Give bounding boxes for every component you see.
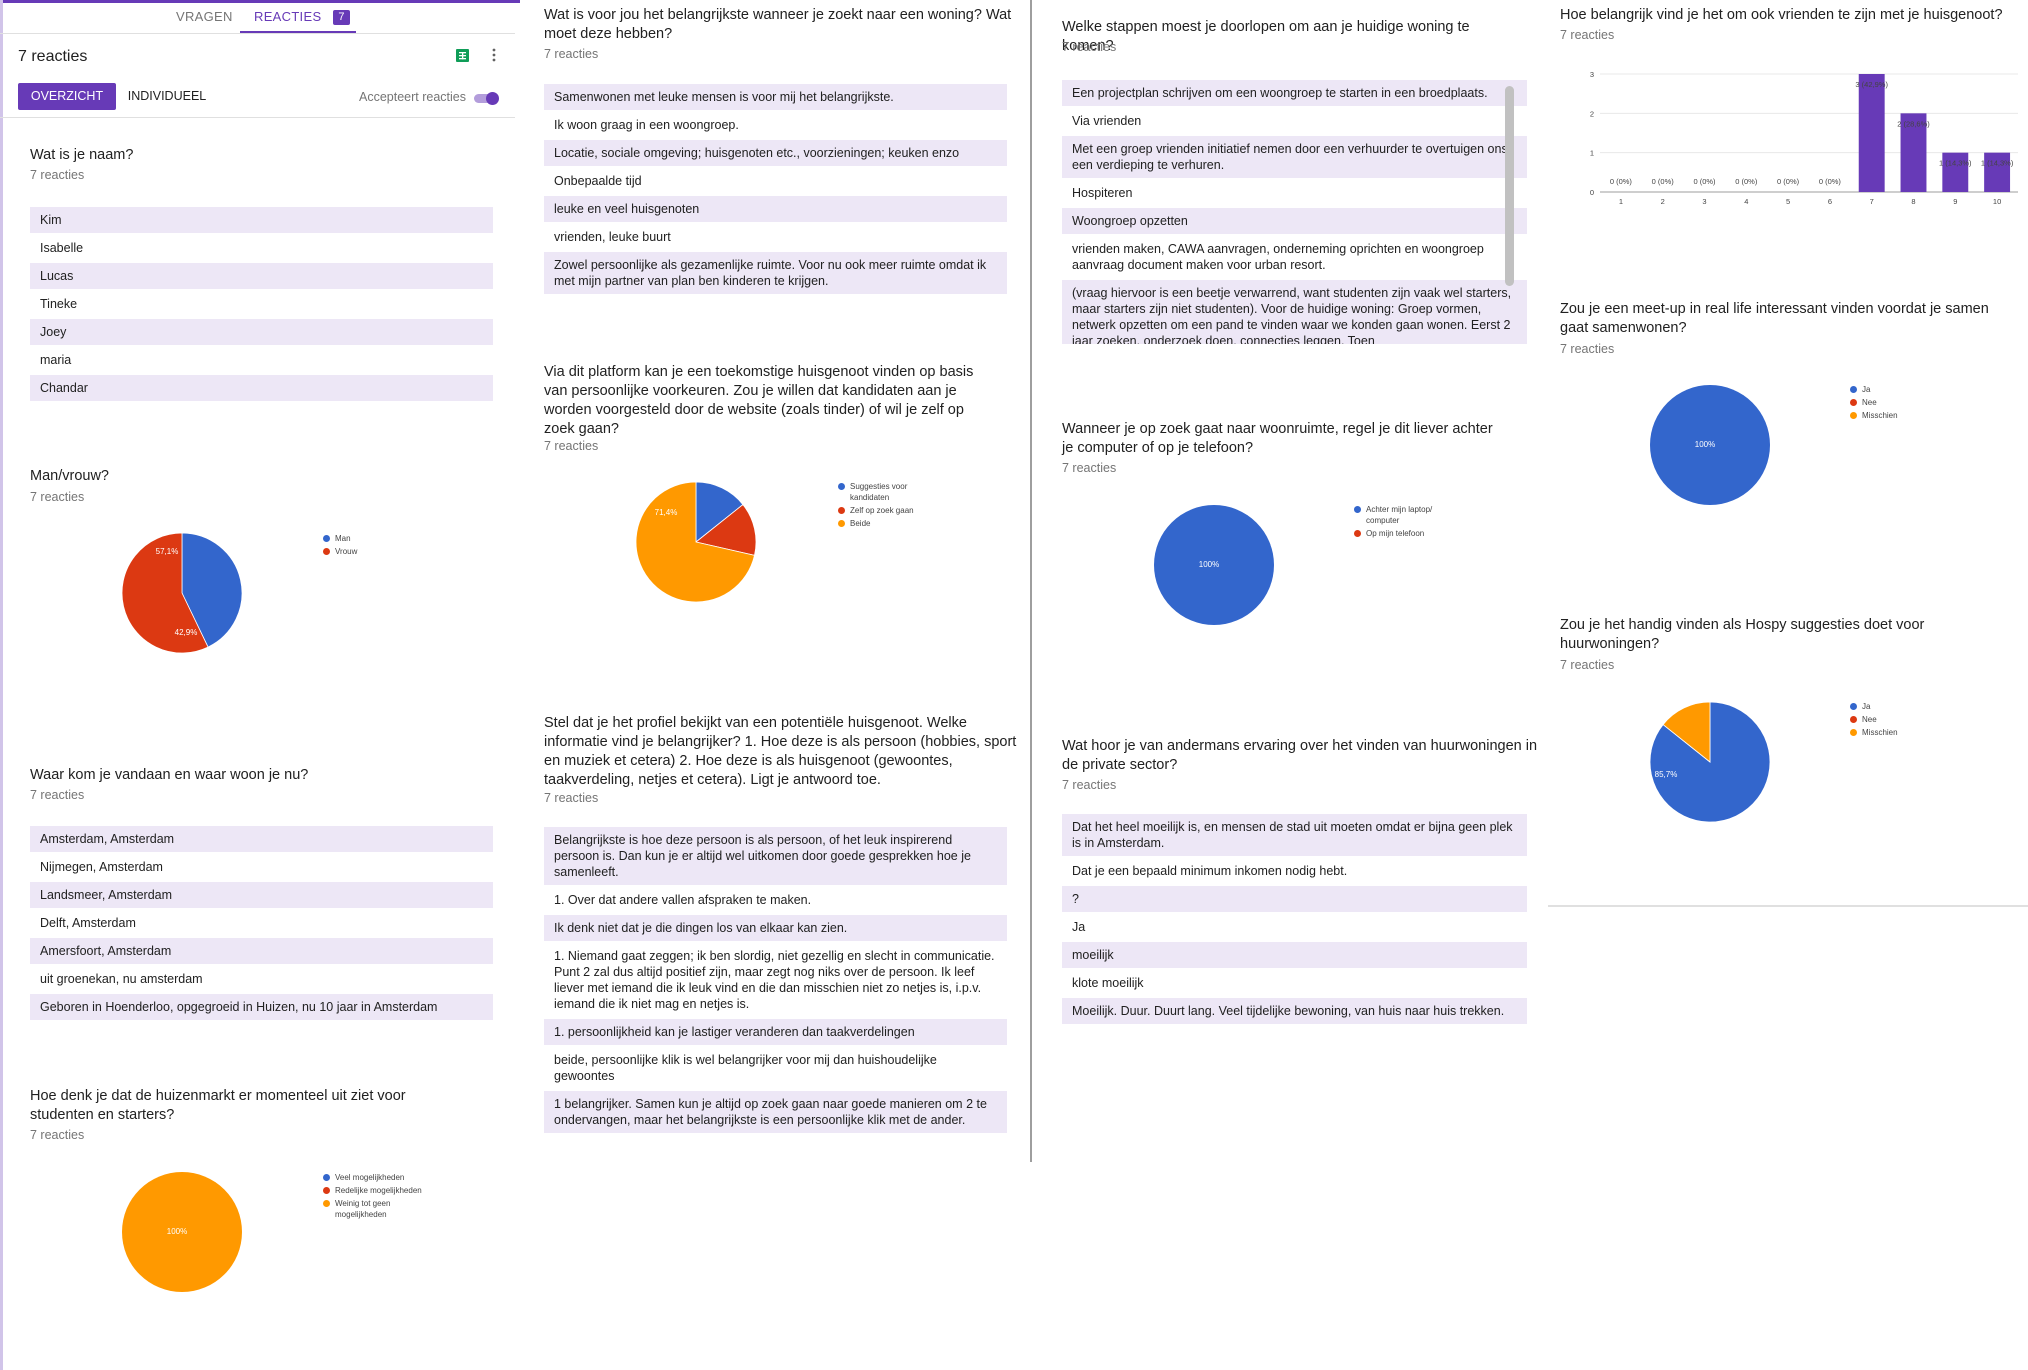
legend-dot xyxy=(1354,530,1361,537)
list-item: 1. persoonlijkheid kan je lastiger veran… xyxy=(544,1019,1007,1045)
list-item: ? xyxy=(1062,886,1527,912)
legend-label: Beide xyxy=(850,519,871,528)
pie-chart: 71,4% xyxy=(635,481,757,603)
list-item: Ja xyxy=(1062,914,1527,940)
legend-item: Redelijke mogelijkheden xyxy=(323,1185,423,1196)
legend-dot xyxy=(838,483,845,490)
pie-chart: 100% xyxy=(122,1172,242,1292)
legend-item: Veel mogelijkheden xyxy=(323,1172,423,1183)
legend-item: Ja xyxy=(1850,701,1930,712)
list-item: 1. Niemand gaat zeggen; ik ben slordig, … xyxy=(544,943,1007,1017)
legend-item: Misschien xyxy=(1850,727,1930,738)
legend-dot xyxy=(838,507,845,514)
pie-chart: 100% xyxy=(1154,505,1274,625)
list-item: Moeilijk. Duur. Duurt lang. Veel tijdeli… xyxy=(1062,998,1527,1024)
legend-item: Achter mijn laptop/ computer xyxy=(1354,504,1449,526)
legend-item: Zelf op zoek gaan xyxy=(838,505,928,516)
list-item: Belangrijkste is hoe deze persoon is als… xyxy=(544,827,1007,885)
legend-dot xyxy=(1850,703,1857,710)
list-item: klote moeilijk xyxy=(1062,970,1527,996)
list-item: 1. Over dat andere vallen afspraken te m… xyxy=(544,887,1007,913)
legend-label: Redelijke mogelijkheden xyxy=(335,1186,422,1195)
legend-dot xyxy=(323,1200,330,1207)
legend-dot xyxy=(323,1174,330,1181)
response-count: 7 reacties xyxy=(1062,778,1117,792)
legend-label: Veel mogelijkheden xyxy=(335,1173,405,1182)
question-title: Wat hoor je van andermans ervaring over … xyxy=(1062,738,1538,773)
pie-slice-label: 100% xyxy=(1199,560,1219,569)
legend-label: Zelf op zoek gaan xyxy=(850,506,914,515)
list-item: Dat het heel moeilijk is, en mensen de s… xyxy=(1062,814,1527,856)
chart-legend: Suggesties voor kandidaten Zelf op zoek … xyxy=(838,481,928,531)
list-item: beide, persoonlijke klik is wel belangri… xyxy=(544,1047,1007,1089)
chart-legend: Achter mijn laptop/ computer Op mijn tel… xyxy=(1354,504,1449,541)
pie-slice-label: 100% xyxy=(167,1227,187,1236)
list-item: moeilijk xyxy=(1062,942,1527,968)
legend-item: Nee xyxy=(1850,714,1930,725)
legend-label: Achter mijn laptop/ computer xyxy=(1366,505,1433,525)
legend-dot xyxy=(1850,716,1857,723)
legend-label: Op mijn telefoon xyxy=(1366,529,1425,538)
legend-dot xyxy=(1850,729,1857,736)
legend-label: Nee xyxy=(1862,715,1877,724)
answer-list: Dat het heel moeilijk is, en mensen de s… xyxy=(1062,814,1527,1026)
pie-chart: 85,7% xyxy=(1649,701,1771,823)
legend-dot xyxy=(323,1187,330,1194)
question-title: Stel dat je het profiel bekijkt van een … xyxy=(544,715,1017,788)
legend-dot xyxy=(1354,506,1361,513)
legend-item: Beide xyxy=(838,518,928,529)
legend-label: Suggesties voor kandidaten xyxy=(850,482,908,502)
response-count: 7 reacties xyxy=(544,791,599,805)
list-item: Ik denk niet dat je die dingen los van e… xyxy=(544,915,1007,941)
legend-label: Misschien xyxy=(1862,728,1898,737)
legend-item: Suggesties voor kandidaten xyxy=(838,481,928,503)
legend-dot xyxy=(838,520,845,527)
column-3: Welke stappen moest je doorlopen om aan … xyxy=(1032,0,1548,1370)
chart-legend: Ja Nee Misschien xyxy=(1850,701,1930,740)
list-item: 1 belangrijker. Samen kun je altijd op z… xyxy=(544,1091,1007,1133)
legend-item: Op mijn telefoon xyxy=(1354,528,1449,539)
bottom-divider xyxy=(1548,905,2028,907)
list-item: Dat je een bepaald minimum inkomen nodig… xyxy=(1062,858,1527,884)
legend-label: Ja xyxy=(1862,702,1871,711)
legend-label: Weinig tot geen mogelijkheden xyxy=(335,1199,391,1219)
column-4: Hoe belangrijk vind je het om ook vriend… xyxy=(1548,0,2028,1370)
pie-slice-label: 85,7% xyxy=(1655,770,1678,779)
answer-list: Belangrijkste is hoe deze persoon is als… xyxy=(544,827,1007,1135)
column-1: VRAGEN REACTIES 7 7 reacties OVERZICHT I… xyxy=(0,0,520,1370)
column-2: Wat is voor jou het belangrijkste wannee… xyxy=(520,0,1032,1370)
pie-slice-label: 71,4% xyxy=(655,508,678,517)
chart-legend: Veel mogelijkheden Redelijke mogelijkhed… xyxy=(323,1172,423,1222)
legend-item: Weinig tot geen mogelijkheden xyxy=(323,1198,423,1220)
